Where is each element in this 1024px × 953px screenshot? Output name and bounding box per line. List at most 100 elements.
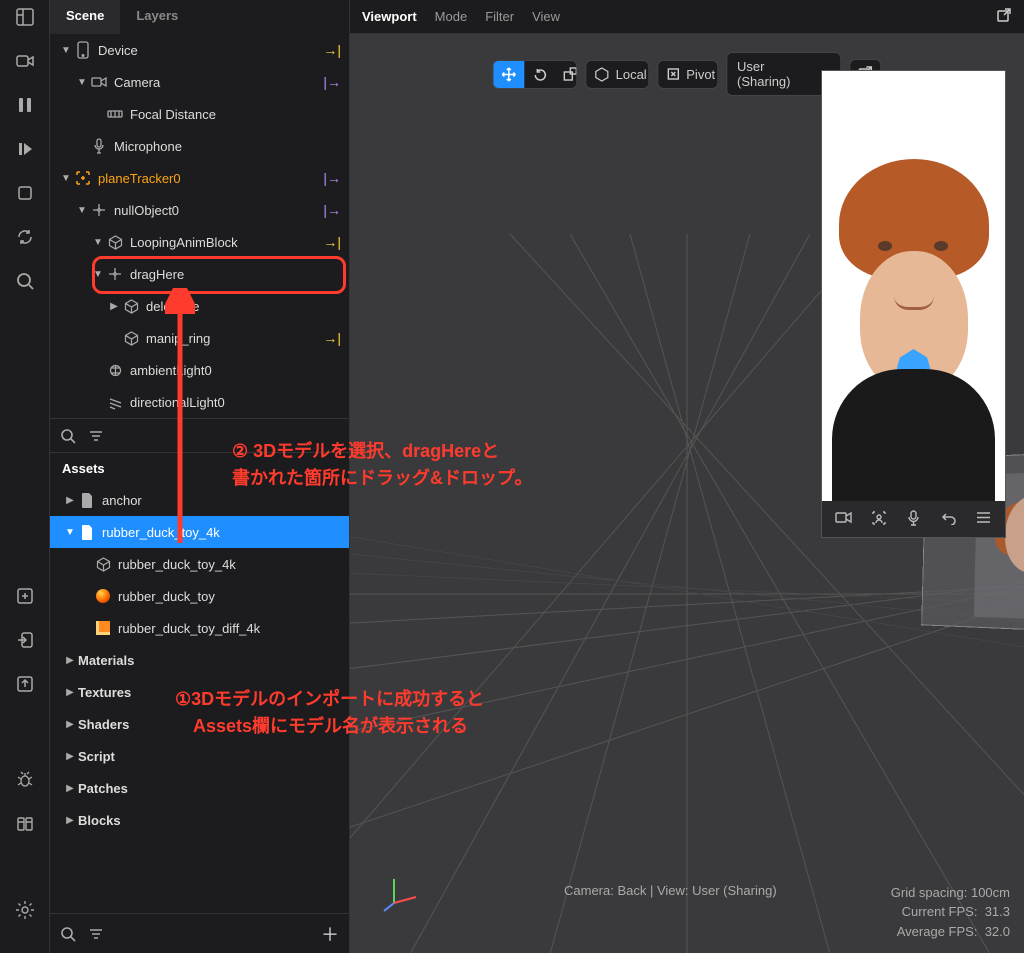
status-readouts: Grid spacing: 100cm Current FPS: 31.3 Av… — [891, 883, 1010, 942]
pivot-label: Pivot — [686, 67, 715, 82]
tree-label: Camera — [114, 75, 319, 90]
material-sphere-icon — [96, 589, 110, 603]
left-panel: Scene Layers ▼Device→| ▼Camera|→ Focal D… — [50, 0, 350, 953]
asset-label: Shaders — [78, 717, 349, 732]
menu-filter[interactable]: Filter — [485, 9, 514, 24]
settings-icon[interactable] — [14, 899, 36, 921]
assets-bottom-bar: ＋ — [50, 913, 349, 953]
bug-icon[interactable] — [14, 769, 36, 791]
asset-shaders[interactable]: ▶Shaders — [50, 708, 349, 740]
stop-icon[interactable] — [14, 182, 36, 204]
status-grid-spacing: Grid spacing: 100cm — [891, 883, 1010, 903]
preview-undo-icon[interactable] — [938, 511, 960, 528]
viewport-status: Camera: Back | View: User (Sharing) Grid… — [350, 883, 1024, 942]
rotate-tool-button[interactable] — [524, 61, 555, 88]
asset-label: rubber_duck_toy — [118, 589, 349, 604]
tree-label: Focal Distance — [130, 107, 341, 122]
search-icon[interactable] — [14, 270, 36, 292]
asset-anchor[interactable]: ▶anchor — [50, 484, 349, 516]
filter-icon[interactable] — [88, 926, 104, 942]
app-root: Scene Layers ▼Device→| ▼Camera|→ Focal D… — [0, 0, 1024, 953]
asset-label: Materials — [78, 653, 349, 668]
add-asset-button[interactable]: ＋ — [321, 921, 339, 947]
tree-label: Microphone — [114, 139, 341, 154]
menu-view[interactable]: View — [532, 9, 560, 24]
layout-icon[interactable] — [14, 6, 36, 28]
asset-label: rubber_duck_toy_diff_4k — [118, 621, 349, 636]
import-icon[interactable] — [14, 629, 36, 651]
camera-preview-panel — [821, 70, 1006, 538]
asset-label: rubber_duck_toy_4k — [102, 525, 349, 540]
coord-space-button[interactable]: Local — [586, 60, 650, 89]
tree-planetracker[interactable]: ▼planeTracker0|→ — [50, 162, 349, 194]
tree-ambient[interactable]: ambientLight0 — [50, 354, 349, 386]
viewport-topbar: Viewport Mode Filter View — [350, 0, 1024, 34]
tree-manipring[interactable]: manip_ring→| — [50, 322, 349, 354]
asset-textures[interactable]: ▶Textures — [50, 676, 349, 708]
scene-search-bar — [50, 418, 349, 452]
popout-icon[interactable] — [996, 7, 1012, 26]
preview-mic-icon[interactable] — [903, 510, 925, 529]
scene-tree: ▼Device→| ▼Camera|→ Focal Distance Micro… — [50, 34, 349, 418]
asset-label: rubber_duck_toy_4k — [118, 557, 349, 572]
asset-rubber-duck-folder[interactable]: ▼rubber_duck_toy_4k — [50, 516, 349, 548]
user-select-label: User (Sharing) — [737, 59, 812, 89]
tree-nullobject[interactable]: ▼nullObject0|→ — [50, 194, 349, 226]
tree-label: nullObject0 — [114, 203, 319, 218]
texture-swatch-icon — [96, 621, 110, 635]
status-avgfps: 32.0 — [985, 924, 1010, 939]
library-icon[interactable] — [14, 813, 36, 835]
scale-tool-button[interactable] — [555, 61, 577, 88]
asset-label: Blocks — [78, 813, 349, 828]
search-icon[interactable] — [60, 428, 76, 444]
video-icon[interactable] — [14, 50, 36, 72]
preview-camera-icon[interactable] — [833, 511, 855, 527]
transform-mode-group — [492, 60, 577, 89]
tab-layers[interactable]: Layers — [120, 0, 194, 34]
tree-label: deleteMe — [146, 299, 341, 314]
menu-mode[interactable]: Mode — [435, 9, 468, 24]
asset-blocks[interactable]: ▶Blocks — [50, 804, 349, 836]
step-icon[interactable] — [14, 138, 36, 160]
preview-face-icon[interactable] — [868, 510, 890, 529]
tab-scene[interactable]: Scene — [50, 0, 120, 34]
tree-label: LoopingAnimBlock — [130, 235, 319, 250]
pivot-button[interactable]: Pivot — [657, 60, 718, 89]
asset-label: anchor — [102, 493, 349, 508]
tree-label: ambientLight0 — [130, 363, 341, 378]
tree-label: directionalLight0 — [130, 395, 341, 410]
tree-directional[interactable]: directionalLight0 — [50, 386, 349, 418]
asset-rubber-duck-mat[interactable]: rubber_duck_toy — [50, 580, 349, 612]
tree-label: manip_ring — [146, 331, 319, 346]
tree-draghere[interactable]: ▼dragHere — [50, 258, 349, 290]
tree-camera[interactable]: ▼Camera|→ — [50, 66, 349, 98]
status-avgfps-label: Average FPS: — [897, 924, 978, 939]
asset-label: Textures — [78, 685, 349, 700]
asset-rubber-duck-mesh[interactable]: rubber_duck_toy_4k — [50, 548, 349, 580]
asset-label: Patches — [78, 781, 349, 796]
asset-rubber-duck-tex[interactable]: rubber_duck_toy_diff_4k — [50, 612, 349, 644]
viewport-canvas[interactable]: Local Pivot User (Sharing)⌄ — [350, 34, 1024, 953]
tree-deleteme[interactable]: ▶deleteMe — [50, 290, 349, 322]
asset-patches[interactable]: ▶Patches — [50, 772, 349, 804]
preview-menu-icon[interactable] — [973, 511, 995, 527]
preview-controls — [822, 501, 1005, 537]
tree-label: Device — [98, 43, 319, 58]
add-panel-icon[interactable] — [14, 585, 36, 607]
viewport-title: Viewport — [362, 9, 417, 24]
status-curfps-label: Current FPS: — [902, 904, 978, 919]
tree-microphone[interactable]: Microphone — [50, 130, 349, 162]
asset-materials[interactable]: ▶Materials — [50, 644, 349, 676]
move-tool-button[interactable] — [493, 61, 524, 88]
export-icon[interactable] — [14, 673, 36, 695]
viewport: Viewport Mode Filter View — [350, 0, 1024, 953]
asset-label: Script — [78, 749, 349, 764]
refresh-icon[interactable] — [14, 226, 36, 248]
pause-icon[interactable] — [14, 94, 36, 116]
tree-loopinganim[interactable]: ▼LoopingAnimBlock→| — [50, 226, 349, 258]
tree-device[interactable]: ▼Device→| — [50, 34, 349, 66]
tree-focal[interactable]: Focal Distance — [50, 98, 349, 130]
filter-icon[interactable] — [88, 428, 104, 444]
asset-script[interactable]: ▶Script — [50, 740, 349, 772]
search-icon[interactable] — [60, 926, 76, 942]
